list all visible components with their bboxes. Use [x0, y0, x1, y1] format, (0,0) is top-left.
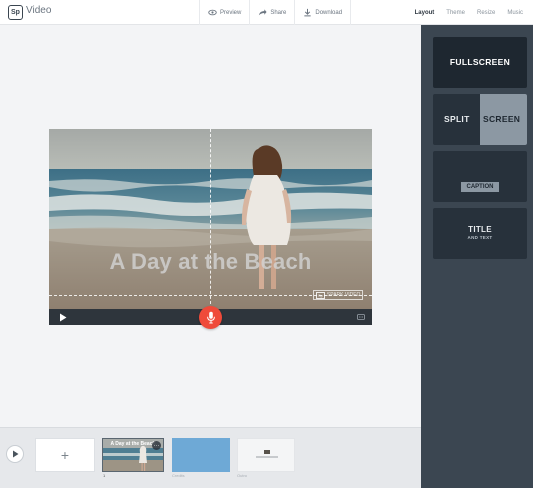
timeline-play-button[interactable] — [6, 445, 24, 463]
timeline-clip[interactable] — [172, 438, 230, 472]
record-voice-button[interactable] — [199, 306, 222, 329]
play-icon — [12, 450, 18, 458]
tab-music[interactable]: Music — [507, 10, 523, 16]
captions-button[interactable] — [356, 312, 366, 322]
layout-fullscreen-option[interactable]: FULLSCREEN — [433, 37, 527, 88]
play-icon — [60, 313, 67, 321]
header-tabs: Layout Theme Resize Music — [415, 0, 523, 25]
layout-panel: FULLSCREEN SPLIT SCREEN CAPTION TITLE AN… — [421, 25, 533, 488]
app-logo[interactable]: Sp — [8, 5, 23, 20]
layout-title-label: TITLE — [468, 225, 492, 234]
layout-fullscreen-label: FULLSCREEN — [449, 57, 511, 67]
tab-theme[interactable]: Theme — [446, 10, 465, 16]
preview-button[interactable]: Preview — [199, 0, 249, 25]
download-button[interactable]: Download — [294, 0, 352, 25]
clip-thumbnail-text — [256, 456, 278, 458]
microphone-icon — [206, 311, 215, 324]
layout-caption-option[interactable]: CAPTION — [433, 151, 527, 202]
watermark-logo: Sp — [316, 291, 325, 299]
clip-number: 1 — [103, 473, 106, 478]
logo-mark: Sp — [11, 9, 20, 16]
eye-icon — [208, 9, 217, 16]
layout-title-sublabel: AND TEXT — [467, 235, 493, 240]
app-name: Video — [26, 5, 52, 16]
slide-timeline: + A Day at the Beach ··· 1 Credits Outro — [0, 427, 421, 488]
timeline-clip[interactable] — [237, 438, 295, 472]
share-label: Share — [270, 9, 287, 16]
clip-more-icon[interactable]: ··· — [152, 441, 161, 450]
header-actions: Preview Share Download — [199, 0, 352, 25]
layout-guide-vertical — [210, 129, 211, 309]
video-title-text[interactable]: A Day at the Beach — [49, 249, 372, 275]
captions-icon — [357, 314, 365, 320]
add-slide-label: + — [60, 447, 70, 463]
video-play-button[interactable] — [55, 311, 71, 323]
download-icon — [304, 8, 312, 17]
watermark-text: SPARK VIDEO — [326, 292, 361, 298]
clip-sublabel: Outro — [237, 473, 248, 478]
add-slide-button[interactable]: + — [35, 438, 95, 472]
layout-caption-label: CAPTION — [461, 182, 499, 192]
clip-sublabel: Credits — [172, 473, 185, 478]
share-button[interactable]: Share — [249, 0, 294, 25]
layout-split-screen-option[interactable]: SPLIT SCREEN — [433, 94, 527, 145]
tab-resize[interactable]: Resize — [477, 10, 495, 16]
layout-split-label: SPLIT — [444, 114, 470, 124]
layout-title-text-option[interactable]: TITLE AND TEXT — [433, 208, 527, 259]
preview-label: Preview — [220, 9, 242, 16]
video-preview[interactable]: A Day at the Beach Sp SPARK VIDEO — [49, 129, 372, 325]
tab-layout[interactable]: Layout — [415, 10, 435, 16]
share-icon — [259, 9, 267, 16]
layout-screen-label: SCREEN — [483, 114, 521, 124]
download-label: Download — [315, 9, 343, 16]
clip-thumbnail — [264, 450, 270, 454]
timeline-clip[interactable]: A Day at the Beach ··· — [102, 438, 164, 472]
spark-watermark: Sp SPARK VIDEO — [313, 290, 363, 300]
top-bar: Sp Video Preview Share Download Layout T… — [0, 0, 533, 25]
